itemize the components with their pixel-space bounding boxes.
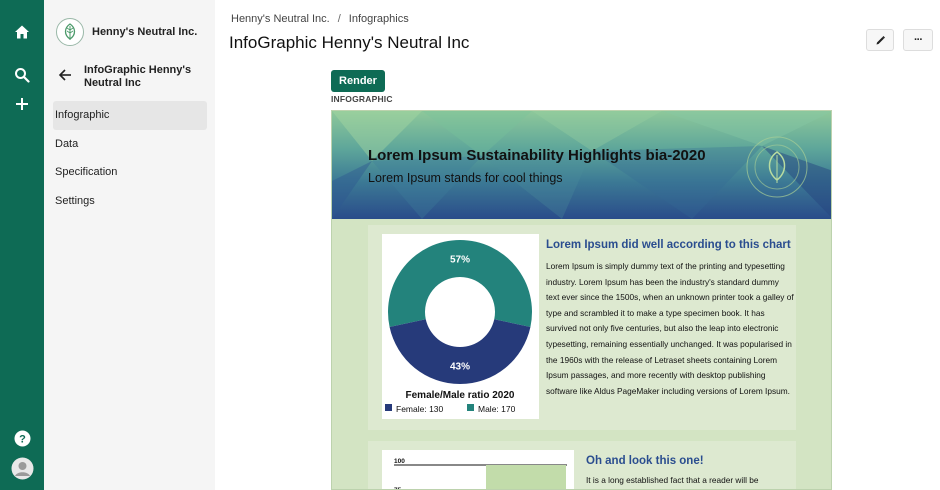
legend-swatch-male (467, 404, 474, 411)
sidebar-item-specification[interactable]: Specification (53, 158, 207, 187)
card1-title: Lorem Ipsum did well according to this c… (546, 239, 791, 251)
card2-body: It is a long established fact that a rea… (586, 475, 759, 485)
pencil-icon (876, 35, 885, 44)
legend-label-female: Female: 130 (396, 404, 444, 414)
breadcrumb: Henny's Neutral Inc. / Infographics (231, 13, 409, 25)
more-button[interactable]: ··· (903, 29, 933, 51)
breadcrumb-separator: / (337, 13, 341, 25)
banner-subtitle: Lorem Ipsum stands for cool things (368, 171, 563, 185)
home-icon[interactable] (12, 22, 32, 42)
donut-chart: Female/Male ratio 2020 Female: 130 Male:… (385, 239, 532, 414)
search-icon[interactable] (12, 65, 32, 85)
card2-title: Oh and look this one! (586, 455, 704, 467)
breadcrumb-org[interactable]: Henny's Neutral Inc. (231, 13, 330, 25)
donut-slice-1 (388, 239, 532, 327)
donut-chart-panel: Female/Male ratio 2020 Female: 130 Male:… (382, 234, 539, 419)
svg-text:?: ? (19, 433, 26, 445)
banner-title: Lorem Ipsum Sustainability Highlights bi… (368, 147, 706, 164)
plus-icon[interactable] (12, 94, 32, 114)
card1-body: Lorem Ipsum is simply dummy text of the … (546, 261, 794, 396)
edit-button[interactable] (866, 29, 894, 51)
sidebar-item-infographic[interactable]: Infographic (53, 101, 207, 130)
infographic-banner: Lorem Ipsum Sustainability Highlights bi… (332, 111, 831, 219)
render-button[interactable]: Render (331, 70, 385, 92)
project-title: InfoGraphic Henny's Neutral Inc (84, 64, 192, 89)
infographic-preview: Lorem Ipsum Sustainability Highlights bi… (331, 110, 832, 490)
sidebar: Henny's Neutral Inc. InfoGraphic Henny's… (44, 0, 215, 490)
org-header[interactable]: Henny's Neutral Inc. (56, 18, 197, 46)
bar-chart: 100 75 (394, 458, 567, 489)
page-title: InfoGraphic Henny's Neutral Inc (229, 33, 470, 52)
avatar[interactable] (10, 456, 34, 480)
leaf-emblem-icon (746, 136, 808, 198)
donut-chart-title: Female/Male ratio 2020 (406, 390, 515, 401)
breadcrumb-infographics[interactable]: Infographics (349, 13, 409, 25)
org-name: Henny's Neutral Inc. (92, 26, 198, 38)
leaf-logo-icon (56, 18, 84, 46)
donut-label-1: 57% (450, 255, 470, 266)
donut-label-0: 43% (450, 362, 470, 373)
bar (486, 465, 566, 489)
more-icon: ··· (914, 34, 923, 46)
sidebar-item-settings[interactable]: Settings (53, 187, 207, 216)
sidebar-nav: Infographic Data Specification Settings (53, 101, 207, 215)
app-rail: ? (0, 0, 44, 490)
y-tick-100: 100 (394, 458, 405, 465)
infographic-label: INFOGRAPHIC (331, 94, 393, 104)
bar-chart-panel: 100 75 (382, 450, 574, 489)
project-header: InfoGraphic Henny's Neutral Inc (58, 64, 208, 90)
legend-swatch-female (385, 404, 392, 411)
back-arrow-icon[interactable] (58, 68, 72, 84)
legend-label-male: Male: 170 (478, 404, 516, 414)
sidebar-item-data[interactable]: Data (53, 130, 207, 159)
donut-slice-0 (389, 319, 531, 384)
help-icon[interactable]: ? (12, 428, 32, 448)
